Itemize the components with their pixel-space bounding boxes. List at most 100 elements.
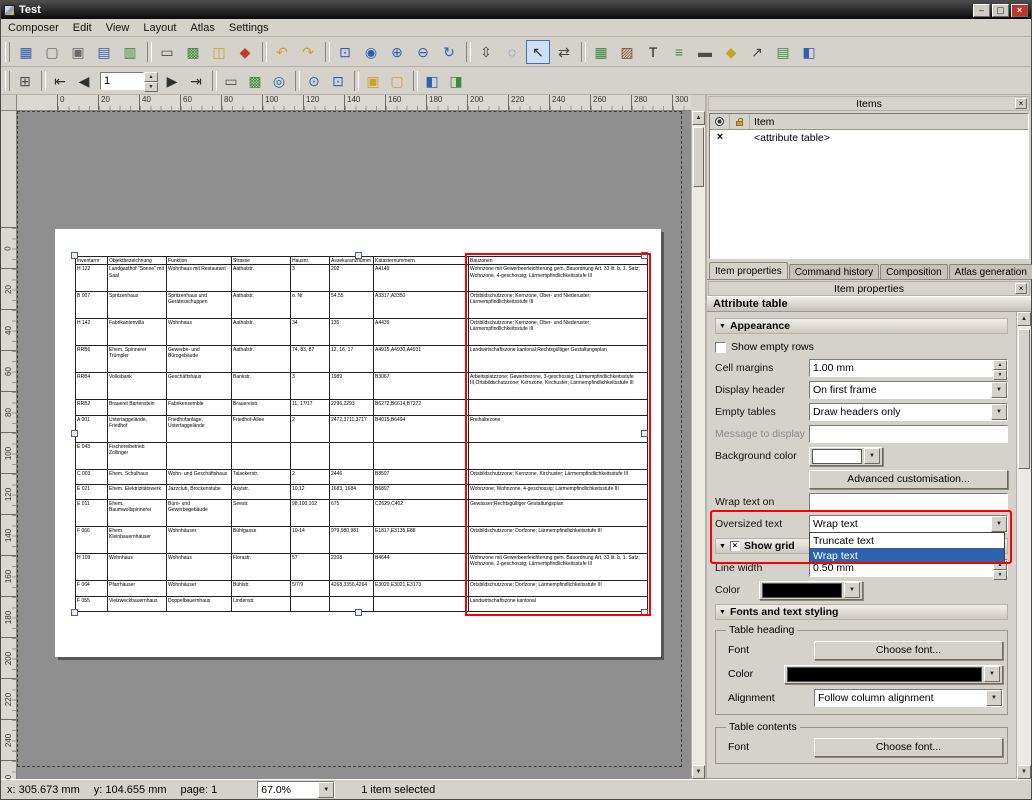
add-html-button[interactable]: ◧ xyxy=(797,40,821,64)
heading-color-button[interactable]: ▼ xyxy=(784,665,1003,684)
zoom-out-button[interactable]: ⊖ xyxy=(411,40,435,64)
menu-atlas[interactable]: Atlas xyxy=(183,20,221,36)
spin-up-icon[interactable]: ▲ xyxy=(144,72,158,82)
menu-edit[interactable]: Edit xyxy=(66,20,99,36)
scroll-up-icon[interactable]: ▲ xyxy=(1017,312,1031,326)
zoom-100-button[interactable]: ◉ xyxy=(359,40,383,64)
atlas-previous-feature-button[interactable]: ◀ xyxy=(73,70,95,92)
add-legend-button[interactable]: ≡ xyxy=(667,40,691,64)
zoom-level-combo[interactable]: 67.0% ▼ xyxy=(257,781,335,798)
heading-choose-font-button[interactable]: Choose font... xyxy=(814,641,1003,660)
chevron-down-icon[interactable]: ▼ xyxy=(991,382,1007,398)
display-header-combo[interactable]: On first frame ▼ xyxy=(809,381,1008,399)
tab-composition[interactable]: Composition xyxy=(880,264,948,279)
selection-handle[interactable] xyxy=(641,252,648,259)
menu-layout[interactable]: Layout xyxy=(136,20,183,36)
scrollbar-thumb[interactable] xyxy=(1018,329,1030,469)
selection-handle[interactable] xyxy=(71,430,78,437)
print-button[interactable]: ▭ xyxy=(155,40,179,64)
add-from-template-button[interactable]: ▥ xyxy=(118,40,142,64)
grid-color-button[interactable]: ▼ xyxy=(759,581,863,600)
menu-composer[interactable]: Composer xyxy=(1,20,66,36)
add-map-button[interactable]: ▦ xyxy=(589,40,613,64)
cell-margins-spinbox[interactable]: 1.00 mm ▲ ▼ xyxy=(809,359,1008,377)
composition-canvas[interactable]: InventarnrObjektbezeichnungFunktionStras… xyxy=(17,111,691,779)
ungroup-items-button[interactable]: ◨ xyxy=(445,70,467,92)
menu-view[interactable]: View xyxy=(99,20,137,36)
chevron-down-icon[interactable]: ▼ xyxy=(991,404,1007,420)
selection-handle[interactable] xyxy=(71,252,78,259)
atlas-settings-button[interactable]: ⊞ xyxy=(14,70,36,92)
add-arrow-button[interactable]: ↗ xyxy=(745,40,769,64)
group-appearance[interactable]: ▼ Appearance xyxy=(715,318,1008,334)
move-content-button[interactable]: ⇄ xyxy=(552,40,576,64)
oversized-text-combo[interactable]: Wrap text ▼ xyxy=(809,515,1008,533)
maximize-button[interactable]: ▢ xyxy=(992,4,1009,17)
zoom-in-button[interactable]: ⊕ xyxy=(385,40,409,64)
zoom-to-extent-button[interactable]: ⊡ xyxy=(327,70,349,92)
close-icon[interactable]: × xyxy=(1015,98,1027,109)
redo-button[interactable]: ↷ xyxy=(296,40,320,64)
atlas-first-feature-button[interactable]: ⇤ xyxy=(49,70,71,92)
paper-page[interactable]: InventarnrObjektbezeichnungFunktionStras… xyxy=(55,229,661,657)
preview-atlas-button[interactable]: ◎ xyxy=(268,70,290,92)
close-icon[interactable]: × xyxy=(1015,283,1027,294)
selection-handle[interactable] xyxy=(641,430,648,437)
undo-button[interactable]: ↶ xyxy=(270,40,294,64)
chevron-down-icon[interactable]: ▼ xyxy=(318,782,334,798)
pan-button[interactable]: ⇳ xyxy=(474,40,498,64)
background-color-button[interactable]: ▼ xyxy=(809,447,883,466)
atlas-last-feature-button[interactable]: ⇥ xyxy=(185,70,207,92)
wrap-text-on-input[interactable] xyxy=(809,493,1008,511)
print-atlas-button[interactable]: ▭ xyxy=(220,70,242,92)
save-composer-button[interactable]: ▦ xyxy=(14,40,38,64)
add-label-button[interactable]: T xyxy=(641,40,665,64)
properties-vertical-scrollbar[interactable]: ▲ ▼ xyxy=(1016,312,1031,779)
scrollbar-thumb[interactable] xyxy=(693,127,704,187)
oversized-option-truncate[interactable]: Truncate text xyxy=(810,533,1004,548)
scroll-up-icon[interactable]: ▲ xyxy=(692,111,705,125)
spin-down-icon[interactable]: ▼ xyxy=(144,82,158,92)
scroll-down-icon[interactable]: ▼ xyxy=(692,765,705,779)
canvas-vertical-scrollbar[interactable]: ▲ ▼ xyxy=(691,111,705,779)
minimize-button[interactable]: – xyxy=(973,4,990,17)
advanced-customisation-button[interactable]: Advanced customisation... xyxy=(809,470,1008,489)
message-to-display-input[interactable] xyxy=(809,425,1008,443)
selection-handle[interactable] xyxy=(355,609,362,616)
scroll-down-icon[interactable]: ▼ xyxy=(1017,765,1031,779)
add-shape-button[interactable]: ◆ xyxy=(719,40,743,64)
chevron-down-icon[interactable]: ▼ xyxy=(991,516,1007,532)
lock-items-button[interactable]: ▣ xyxy=(362,70,384,92)
chevron-down-icon[interactable]: ▼ xyxy=(986,690,1002,706)
add-attribute-table-button[interactable]: ▤ xyxy=(771,40,795,64)
add-image-button[interactable]: ▨ xyxy=(615,40,639,64)
show-grid-checkbox[interactable]: × xyxy=(730,541,740,551)
selection-handle[interactable] xyxy=(355,252,362,259)
close-button[interactable]: × xyxy=(1011,4,1028,17)
export-svg-button[interactable]: ◫ xyxy=(207,40,231,64)
atlas-feature-input[interactable] xyxy=(100,72,144,90)
item-visibility-checkbox[interactable]: × xyxy=(710,131,730,144)
attribute-table-item[interactable]: InventarnrObjektbezeichnungFunktionStras… xyxy=(75,256,648,612)
tab-command-history[interactable]: Command history xyxy=(789,264,879,279)
group-items-button[interactable]: ◧ xyxy=(421,70,443,92)
chevron-down-icon[interactable]: ▼ xyxy=(844,582,860,598)
zoom-full-button[interactable]: ⊡ xyxy=(333,40,357,64)
refresh-view-button[interactable]: ↻ xyxy=(437,40,461,64)
group-fonts-text-styling[interactable]: ▼ Fonts and text styling xyxy=(715,604,1008,620)
spin-up-icon[interactable]: ▲ xyxy=(993,360,1007,370)
heading-alignment-combo[interactable]: Follow column alignment ▼ xyxy=(814,689,1003,707)
add-scalebar-button[interactable]: ▬ xyxy=(693,40,717,64)
selection-handle[interactable] xyxy=(71,609,78,616)
chevron-down-icon[interactable]: ▼ xyxy=(984,666,1000,682)
save-template-button[interactable]: ▤ xyxy=(92,40,116,64)
toolbar-grip[interactable] xyxy=(5,42,10,62)
export-atlas-button[interactable]: ▩ xyxy=(244,70,266,92)
toolbar-grip[interactable] xyxy=(5,71,10,91)
atlas-next-feature-button[interactable]: ▶ xyxy=(161,70,183,92)
select-move-item-button[interactable]: ↖ xyxy=(526,40,550,64)
export-image-button[interactable]: ▩ xyxy=(181,40,205,64)
zoom-to-100-button[interactable]: ⊙ xyxy=(303,70,325,92)
duplicate-composition-button[interactable]: ▣ xyxy=(66,40,90,64)
contents-choose-font-button[interactable]: Choose font... xyxy=(814,738,1003,757)
